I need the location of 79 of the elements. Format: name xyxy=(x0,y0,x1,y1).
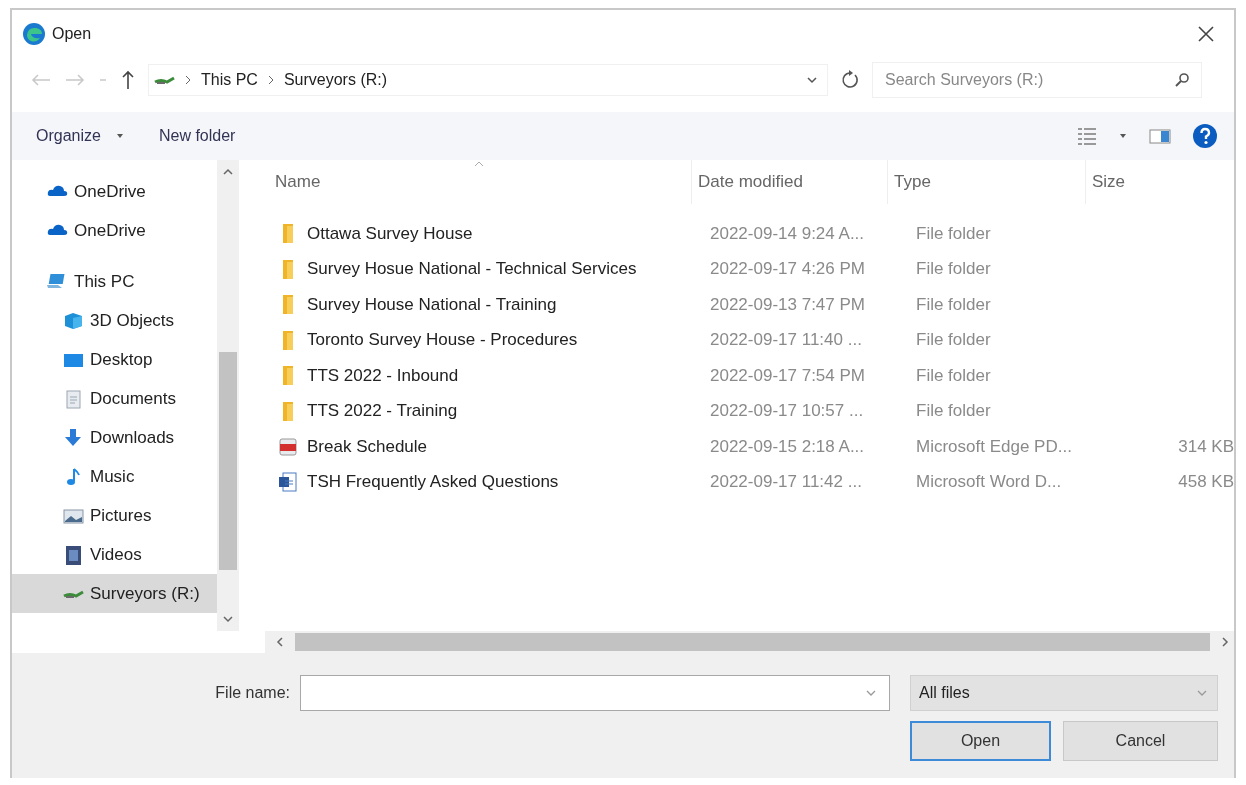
sidebar-item[interactable]: Downloads xyxy=(12,418,217,457)
file-name[interactable]: TTS 2022 - Training xyxy=(307,401,458,422)
scrollbar[interactable] xyxy=(217,160,239,631)
table-cell-text: File folder xyxy=(915,330,992,351)
address-bar[interactable]: This PC Surveyors (R:) xyxy=(148,64,828,96)
sidebar-item[interactable]: Music xyxy=(12,457,217,496)
table-cell-text: 2022-09-17 7:54 PM xyxy=(709,365,866,386)
pdf-file-icon xyxy=(277,435,299,458)
column-header[interactable]: Type xyxy=(888,160,1086,204)
table-cell-text: 2022-09-17 11:42 ... xyxy=(709,472,863,493)
close-icon[interactable] xyxy=(1196,24,1216,44)
sidebar-item[interactable]: This PC xyxy=(12,262,217,301)
file-name[interactable]: TSH Frequently Asked Questions xyxy=(307,472,559,493)
folder-icon xyxy=(283,330,293,350)
table-cell-text: Microsoft Word D... xyxy=(915,472,1063,493)
scrollbar[interactable] xyxy=(265,631,1234,653)
folder-icon xyxy=(283,295,293,315)
view-list-icon[interactable] xyxy=(1076,126,1098,146)
file-name[interactable]: Survey House National - Training xyxy=(307,294,557,315)
sort-caret-icon xyxy=(473,160,485,168)
new-folder-button[interactable]: New folder xyxy=(148,123,246,149)
table-cell-text: 2022-09-17 4:26 PM xyxy=(709,259,866,280)
chevron-down-icon xyxy=(222,615,234,625)
file-name[interactable]: Ottawa Survey House xyxy=(307,223,473,244)
sidebar-item[interactable]: 3D Objects xyxy=(12,301,217,340)
organize-button[interactable]: Organize xyxy=(26,123,135,149)
chevron-right-icon xyxy=(1220,636,1230,648)
column-header[interactable]: Size xyxy=(1086,160,1206,204)
open-button[interactable]: Open xyxy=(910,721,1051,761)
table-cell-text: File folder xyxy=(915,365,992,386)
table-cell-text: File folder xyxy=(915,401,992,422)
up-arrow-icon[interactable] xyxy=(120,70,136,90)
table-cell-text: 314 KB xyxy=(1177,436,1234,457)
file-name[interactable]: Break Schedule xyxy=(307,436,428,457)
table-cell-text: 2022-09-15 2:18 A... xyxy=(709,436,866,457)
table-cell-text: 2022-09-17 10:57 ... xyxy=(709,401,865,422)
word-file-icon xyxy=(277,471,299,494)
table-cell-text: File folder xyxy=(915,294,992,315)
window-title: Open xyxy=(52,25,92,43)
sidebar-item[interactable]: Documents xyxy=(12,379,217,418)
file-name[interactable]: Survey Hosue National - Technical Services xyxy=(307,259,637,280)
sidebar-item[interactable]: Surveyors (R:) xyxy=(12,574,217,613)
file-name-field[interactable] xyxy=(300,675,890,711)
breadcrumb-item[interactable]: This PC xyxy=(201,71,258,89)
folder-icon xyxy=(283,259,293,279)
folder-icon xyxy=(283,224,293,244)
file-name[interactable]: TTS 2022 - Inbound xyxy=(307,365,459,386)
scrollbar-thumb[interactable] xyxy=(219,351,237,570)
table-cell-text: 2022-09-14 9:24 A... xyxy=(709,223,866,244)
chevron-right-icon xyxy=(183,73,193,87)
breadcrumb-item[interactable]: Surveyors (R:) xyxy=(283,71,388,89)
help-icon[interactable] xyxy=(1192,123,1218,149)
sidebar-item[interactable]: OneDrive xyxy=(12,211,217,250)
scrollbar-thumb[interactable] xyxy=(295,633,1210,651)
chevron-left-icon xyxy=(275,636,285,648)
column-header[interactable]: Name xyxy=(269,160,692,204)
sidebar-item[interactable]: OneDrive xyxy=(12,172,217,211)
file-type-dropdown[interactable]: All files xyxy=(910,675,1218,711)
column-header[interactable]: Date modified xyxy=(692,160,888,204)
cancel-button[interactable]: Cancel xyxy=(1063,721,1218,761)
sidebar-item[interactable]: Pictures xyxy=(12,496,217,535)
folder-icon xyxy=(283,366,293,386)
sidebar-item[interactable]: Desktop xyxy=(12,340,217,379)
table-cell-text: 2022-09-17 11:40 ... xyxy=(709,330,863,351)
search-field[interactable]: Search Surveyors (R:) xyxy=(872,62,1202,98)
chevron-up-icon xyxy=(222,166,234,176)
refresh-icon[interactable] xyxy=(840,70,860,90)
app-logo-icon xyxy=(22,22,46,46)
folder-icon xyxy=(283,401,293,421)
table-cell-text: 2022-09-13 7:47 PM xyxy=(709,294,866,315)
preview-pane-icon[interactable] xyxy=(1148,127,1172,145)
table-cell-text: File folder xyxy=(915,259,992,280)
table-cell-text: 458 KB xyxy=(1177,472,1234,493)
table-cell-text: Microsoft Edge PD... xyxy=(915,436,1073,457)
search-icon[interactable] xyxy=(1174,72,1190,88)
table-cell-text: File folder xyxy=(915,223,992,244)
field-label: File name: xyxy=(215,684,290,702)
sidebar-item[interactable]: Videos xyxy=(12,535,217,574)
file-name[interactable]: Toronto Survey House - Procedures xyxy=(307,330,578,351)
